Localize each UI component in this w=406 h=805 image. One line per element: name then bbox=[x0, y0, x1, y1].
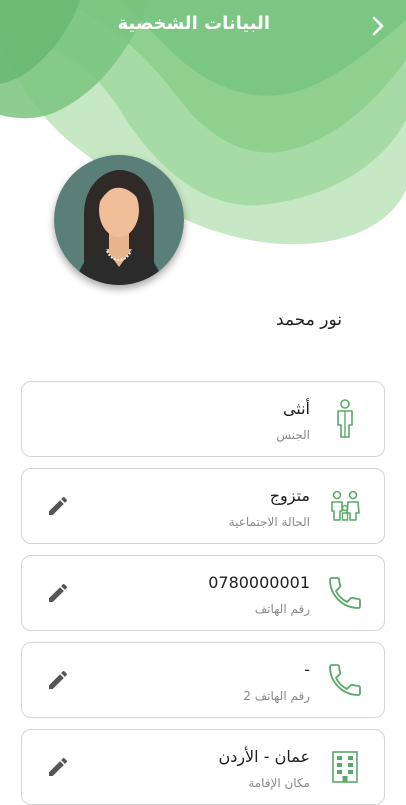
field-card-gender: أنثى الجنس bbox=[21, 381, 385, 457]
pencil-icon bbox=[49, 757, 68, 776]
field-label: مكان الإقامة bbox=[248, 776, 310, 790]
phone-icon bbox=[322, 657, 368, 703]
pencil-icon bbox=[49, 670, 68, 689]
field-card-marital-status: متزوج الحالة الاجتماعية bbox=[21, 468, 385, 544]
field-value: 0780000001 bbox=[208, 573, 310, 592]
building-icon bbox=[322, 744, 368, 790]
field-label: الحالة الاجتماعية bbox=[228, 515, 310, 529]
phone-icon bbox=[322, 570, 368, 616]
profile-name: نور محمد bbox=[276, 310, 342, 330]
chevron-right-icon bbox=[372, 16, 384, 36]
woman-avatar-image bbox=[54, 155, 184, 285]
page-title: البيانات الشخصية bbox=[117, 13, 270, 34]
field-label: الجنس bbox=[276, 428, 310, 442]
edit-phone-button[interactable] bbox=[46, 581, 70, 605]
field-value: عمان - الأردن bbox=[218, 747, 310, 766]
field-card-residence: عمان - الأردن مكان الإقامة bbox=[21, 729, 385, 805]
edit-phone-2-button[interactable] bbox=[46, 668, 70, 692]
pencil-icon bbox=[49, 583, 68, 602]
edit-residence-button[interactable] bbox=[46, 755, 70, 779]
field-card-phone: 0780000001 رقم الهاتف bbox=[21, 555, 385, 631]
pencil-icon bbox=[49, 496, 68, 515]
edit-marital-status-button[interactable] bbox=[46, 494, 70, 518]
field-value: - bbox=[304, 660, 310, 679]
field-value: متزوج bbox=[269, 486, 310, 505]
field-label: رقم الهاتف bbox=[254, 602, 310, 616]
field-value: أنثى bbox=[282, 399, 310, 418]
field-label: رقم الهاتف 2 bbox=[243, 689, 310, 703]
back-button[interactable] bbox=[364, 12, 392, 40]
top-bar: البيانات الشخصية bbox=[0, 0, 406, 52]
person-icon bbox=[322, 396, 368, 442]
field-card-phone-2: - رقم الهاتف 2 bbox=[21, 642, 385, 718]
avatar[interactable] bbox=[54, 155, 184, 285]
family-icon bbox=[322, 483, 368, 529]
